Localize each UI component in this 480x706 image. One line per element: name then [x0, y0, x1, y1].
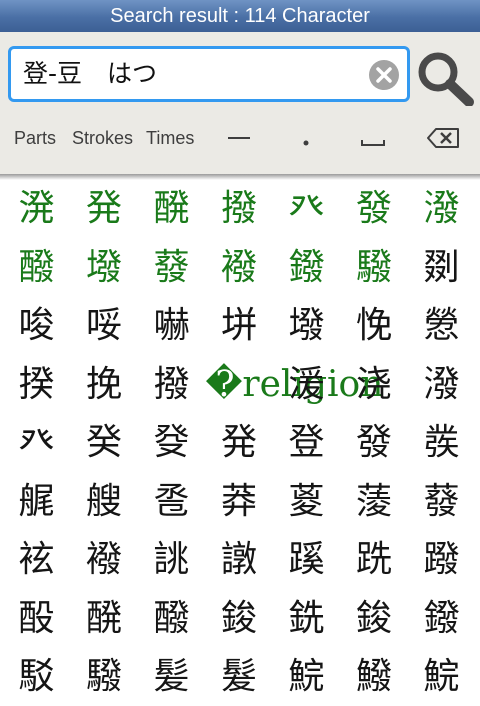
result-character[interactable]: 蔆 [341, 473, 408, 531]
result-character[interactable]: 驋 [341, 239, 408, 297]
search-button[interactable] [416, 50, 476, 107]
result-character[interactable]: 銑 [273, 590, 340, 648]
backspace-icon [427, 128, 459, 148]
result-character[interactable]: 憥 [408, 297, 475, 355]
result-character[interactable]: 酘 [3, 590, 70, 648]
result-character[interactable]: 潑 [408, 180, 475, 238]
result-character[interactable]: 墢 [273, 297, 340, 355]
result-character[interactable]: 袨 [3, 531, 70, 589]
result-character[interactable]: 驋 [71, 648, 138, 706]
result-character[interactable]: 艘 [71, 473, 138, 531]
result-character[interactable]: 醱 [3, 239, 70, 297]
result-character[interactable]: 撥 [206, 180, 273, 238]
result-character[interactable]: 癸 [71, 414, 138, 472]
result-character[interactable]: 醗 [71, 590, 138, 648]
result-character[interactable]: 撥 [138, 356, 205, 414]
result-character[interactable]: 湲 [273, 356, 340, 414]
result-character[interactable]: 剟 [408, 239, 475, 297]
backspace-key[interactable] [424, 116, 462, 160]
space-key[interactable] [358, 116, 388, 160]
result-character[interactable]: 鏺 [408, 590, 475, 648]
result-character[interactable]: 蹊 [273, 531, 340, 589]
result-character[interactable]: 嚇 [138, 297, 205, 355]
search-input-text: 登-豆 はつ [23, 59, 158, 88]
result-character[interactable]: 潑 [408, 356, 475, 414]
result-character[interactable]: 襏 [71, 531, 138, 589]
result-grid: 溌発醗撥癶發潑醱墢蕟襏鏺驋剟唆哸嚇垪墢悗憥揆挽撥 �religion 湲浇潑癶癸癹発… [0, 180, 480, 697]
search-input[interactable]: 登-豆 はつ [8, 46, 410, 102]
result-character[interactable]: 蕟 [138, 239, 205, 297]
result-character[interactable]: 莽 [206, 473, 273, 531]
result-character[interactable]: 跣 [341, 531, 408, 589]
result-character[interactable]: 發 [341, 414, 408, 472]
result-character[interactable]: 襏 [206, 239, 273, 297]
result-character[interactable]: 悗 [341, 297, 408, 355]
space-icon [361, 140, 385, 146]
result-character[interactable]: 蕟 [408, 473, 475, 531]
result-character[interactable]: 鏺 [273, 239, 340, 297]
result-character[interactable]: 墢 [71, 239, 138, 297]
result-character[interactable]: 発 [71, 180, 138, 238]
result-character[interactable]: 鯇 [273, 648, 340, 706]
result-character[interactable]: 鯇 [408, 648, 475, 706]
result-character[interactable]: 誂 [138, 531, 205, 589]
result-character[interactable]: 發 [341, 180, 408, 238]
result-character[interactable]: 髮 [206, 648, 273, 706]
result-character[interactable]: 譈 [206, 531, 273, 589]
result-character[interactable]: 醗 [138, 180, 205, 238]
dash-key[interactable] [224, 116, 254, 160]
parts-button[interactable]: Parts [14, 116, 56, 160]
input-toolbar: Parts Strokes Times [0, 116, 480, 160]
strokes-button[interactable]: Strokes [72, 116, 133, 160]
result-character[interactable]: 挽 [71, 356, 138, 414]
result-character[interactable]: 艉 [3, 473, 70, 531]
result-character[interactable]: 彂 [408, 414, 475, 472]
result-character[interactable]: 髪 [138, 648, 205, 706]
result-character[interactable]: 葼 [273, 473, 340, 531]
result-character[interactable]: 揆 [3, 356, 70, 414]
window-title: Search result : 114 Character [0, 0, 480, 32]
result-character[interactable]: 癶 [3, 414, 70, 472]
result-character[interactable]: 鋑 [341, 590, 408, 648]
search-icon [418, 52, 474, 107]
result-character[interactable]: 鱍 [341, 648, 408, 706]
times-button[interactable]: Times [146, 116, 194, 160]
result-character[interactable]: �religion [206, 356, 384, 414]
result-character[interactable]: 垪 [206, 297, 273, 355]
result-character[interactable]: 癹 [138, 414, 205, 472]
result-character[interactable]: 卺 [138, 473, 205, 531]
result-character[interactable]: 醱 [138, 590, 205, 648]
result-character[interactable]: 唆 [3, 297, 70, 355]
result-character[interactable]: 駁 [3, 648, 70, 706]
result-character[interactable]: 登 [273, 414, 340, 472]
result-character[interactable]: 浇 [341, 356, 408, 414]
result-character[interactable]: 鋑 [206, 590, 273, 648]
clear-search-icon[interactable] [369, 60, 399, 90]
result-character[interactable]: 発 [206, 414, 273, 472]
result-character[interactable]: 蹳 [408, 531, 475, 589]
search-panel: 登-豆 はつ Parts Strokes Times [0, 32, 480, 174]
result-character[interactable]: 癶 [273, 180, 340, 238]
dot-icon [303, 140, 309, 146]
result-character[interactable]: 溌 [3, 180, 70, 238]
dot-key[interactable] [296, 116, 316, 160]
result-character[interactable]: 哸 [71, 297, 138, 355]
dash-icon [228, 137, 250, 139]
